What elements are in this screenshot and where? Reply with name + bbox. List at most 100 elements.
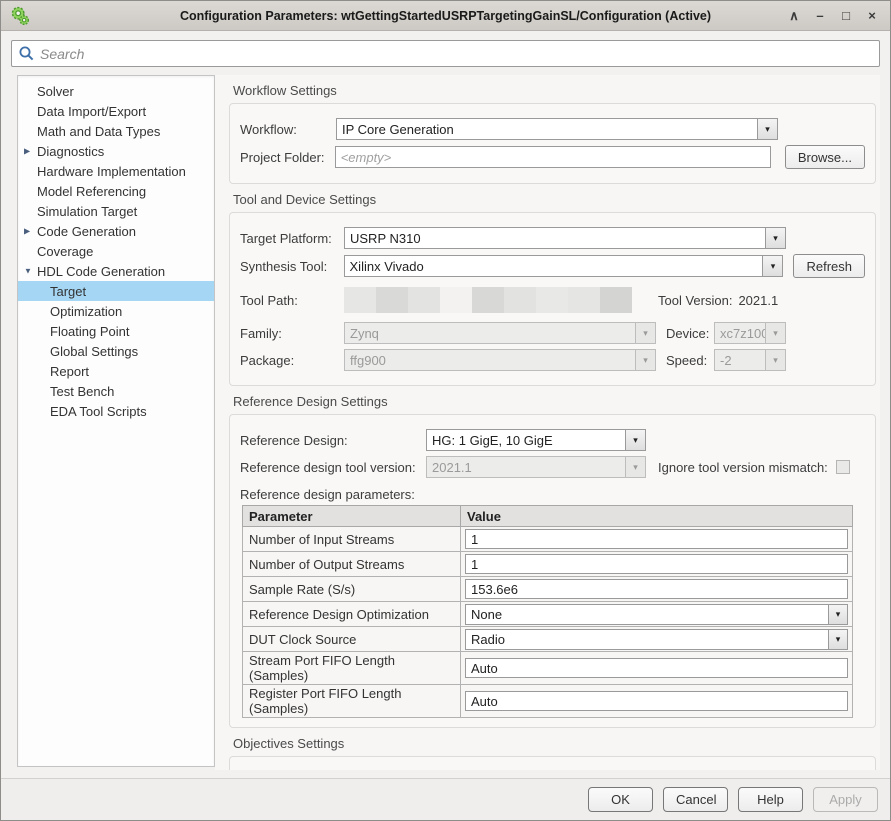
- chevron-down-icon: ▾: [635, 322, 656, 344]
- footer-button-bar: OK Cancel Help Apply: [1, 778, 890, 820]
- sidebar-item-global-settings[interactable]: Global Settings: [18, 341, 214, 361]
- sidebar-item-floating-point[interactable]: Floating Point: [18, 321, 214, 341]
- workflow-dropdown[interactable]: IP Core Generation ▾: [336, 118, 778, 140]
- parameter-value-dropdown[interactable]: None▾: [465, 604, 848, 625]
- chevron-down-icon[interactable]: ▾: [828, 604, 848, 625]
- package-label: Package:: [240, 353, 344, 368]
- reference-design-parameters-label: Reference design parameters:: [240, 487, 415, 502]
- search-box[interactable]: [11, 40, 880, 67]
- sidebar-item-model-referencing[interactable]: Model Referencing: [18, 181, 214, 201]
- parameter-value-input[interactable]: [465, 529, 848, 549]
- apply-button: Apply: [813, 787, 878, 812]
- table-row: Stream Port FIFO Length (Samples): [243, 652, 853, 685]
- help-button[interactable]: Help: [738, 787, 803, 812]
- reference-design-label: Reference Design:: [240, 433, 426, 448]
- sidebar-item-label: Code Generation: [18, 224, 136, 239]
- speed-dropdown: -2 ▾: [714, 349, 786, 371]
- configuration-parameters-dialog: Configuration Parameters: wtGettingStart…: [0, 0, 891, 821]
- search-icon: [18, 45, 35, 62]
- sidebar-item-test-bench[interactable]: Test Bench: [18, 381, 214, 401]
- synthesis-tool-dropdown[interactable]: Xilinx Vivado ▾: [344, 255, 784, 277]
- sidebar-item-report[interactable]: Report: [18, 361, 214, 381]
- search-strip: [1, 31, 890, 75]
- chevron-down-icon[interactable]: ▾: [762, 255, 783, 277]
- table-row: Number of Input Streams: [243, 527, 853, 552]
- table-row: DUT Clock SourceRadio▾: [243, 627, 853, 652]
- reference-design-settings-group: Reference Design: HG: 1 GigE, 10 GigE ▾ …: [229, 414, 876, 728]
- sidebar-item-simulation-target[interactable]: Simulation Target: [18, 201, 214, 221]
- search-input[interactable]: [40, 46, 873, 62]
- chevron-expanded-icon[interactable]: ▼: [24, 267, 32, 276]
- sidebar-item-label: Coverage: [18, 244, 93, 259]
- chevron-down-icon[interactable]: ▾: [765, 227, 786, 249]
- parameter-value-cell: [461, 527, 853, 552]
- device-label: Device:: [666, 326, 714, 341]
- sidebar-item-hdl-code-generation[interactable]: ▼HDL Code Generation: [18, 261, 214, 281]
- reference-design-tool-version-dropdown: 2021.1 ▾: [426, 456, 646, 478]
- chevron-down-icon[interactable]: ▾: [625, 429, 646, 451]
- shade-window-button[interactable]: ∧: [784, 6, 804, 26]
- parameter-name-cell: Number of Output Streams: [243, 552, 461, 577]
- parameter-name-cell: DUT Clock Source: [243, 627, 461, 652]
- close-window-button[interactable]: ×: [862, 6, 882, 26]
- parameter-value-input[interactable]: [465, 554, 848, 574]
- speed-label: Speed:: [666, 353, 714, 368]
- reference-design-settings-heading: Reference Design Settings: [233, 394, 876, 409]
- project-folder-input[interactable]: [335, 146, 771, 168]
- titlebar: Configuration Parameters: wtGettingStart…: [1, 1, 890, 31]
- parameter-value-cell: [461, 685, 853, 718]
- sidebar-item-label: Report: [18, 364, 89, 379]
- sidebar-item-math-and-data-types[interactable]: Math and Data Types: [18, 121, 214, 141]
- reference-design-dropdown[interactable]: HG: 1 GigE, 10 GigE ▾: [426, 429, 646, 451]
- maximize-window-button[interactable]: □: [836, 6, 856, 26]
- sidebar-item-label: Floating Point: [18, 324, 130, 339]
- sidebar-item-solver[interactable]: Solver: [18, 81, 214, 101]
- chevron-down-icon: ▾: [765, 349, 786, 371]
- chevron-down-icon[interactable]: ▾: [757, 118, 778, 140]
- parameter-value-cell: None▾: [461, 602, 853, 627]
- parameter-value-cell: [461, 552, 853, 577]
- ignore-tool-version-mismatch-label: Ignore tool version mismatch:: [658, 460, 828, 475]
- ok-button[interactable]: OK: [588, 787, 653, 812]
- sidebar-item-target[interactable]: Target: [18, 281, 214, 301]
- sidebar-item-optimization[interactable]: Optimization: [18, 301, 214, 321]
- chevron-down-icon[interactable]: ▾: [828, 629, 848, 650]
- workflow-settings-heading: Workflow Settings: [233, 83, 876, 98]
- sidebar-item-label: Optimization: [18, 304, 122, 319]
- sidebar-item-eda-tool-scripts[interactable]: EDA Tool Scripts: [18, 401, 214, 421]
- parameter-name-cell: Number of Input Streams: [243, 527, 461, 552]
- chevron-collapsed-icon[interactable]: ▶: [24, 147, 30, 156]
- parameter-value-dropdown[interactable]: Radio▾: [465, 629, 848, 650]
- parameter-value-input[interactable]: [465, 658, 848, 678]
- table-row: Sample Rate (S/s): [243, 577, 853, 602]
- content: SolverData Import/ExportMath and Data Ty…: [1, 75, 890, 778]
- project-folder-label: Project Folder:: [240, 150, 335, 165]
- sidebar-item-hardware-implementation[interactable]: Hardware Implementation: [18, 161, 214, 181]
- sidebar-item-label: EDA Tool Scripts: [18, 404, 147, 419]
- minimize-window-button[interactable]: –: [810, 6, 830, 26]
- target-platform-dropdown[interactable]: USRP N310 ▾: [344, 227, 786, 249]
- table-row: Reference Design OptimizationNone▾: [243, 602, 853, 627]
- family-label: Family:: [240, 326, 344, 341]
- chevron-down-icon: ▾: [765, 322, 786, 344]
- tool-version-label: Tool Version:: [658, 293, 732, 308]
- browse-button[interactable]: Browse...: [785, 145, 865, 169]
- family-dropdown: Zynq ▾: [344, 322, 656, 344]
- tool-device-settings-heading: Tool and Device Settings: [233, 192, 876, 207]
- sidebar-item-label: Target: [18, 284, 86, 299]
- parameter-value-input[interactable]: [465, 691, 848, 711]
- sidebar-item-diagnostics[interactable]: ▶Diagnostics: [18, 141, 214, 161]
- parameter-name-cell: Register Port FIFO Length (Samples): [243, 685, 461, 718]
- value-column-header: Value: [461, 506, 853, 527]
- sidebar-item-data-import-export[interactable]: Data Import/Export: [18, 101, 214, 121]
- sidebar-item-code-generation[interactable]: ▶Code Generation: [18, 221, 214, 241]
- parameter-column-header: Parameter: [243, 506, 461, 527]
- sidebar-item-label: Global Settings: [18, 344, 138, 359]
- refresh-button[interactable]: Refresh: [793, 254, 865, 278]
- cancel-button[interactable]: Cancel: [663, 787, 728, 812]
- reference-design-tool-version-label: Reference design tool version:: [240, 460, 426, 475]
- parameter-value-input[interactable]: [465, 579, 848, 599]
- sidebar-item-coverage[interactable]: Coverage: [18, 241, 214, 261]
- chevron-collapsed-icon[interactable]: ▶: [24, 227, 30, 236]
- table-row: Number of Output Streams: [243, 552, 853, 577]
